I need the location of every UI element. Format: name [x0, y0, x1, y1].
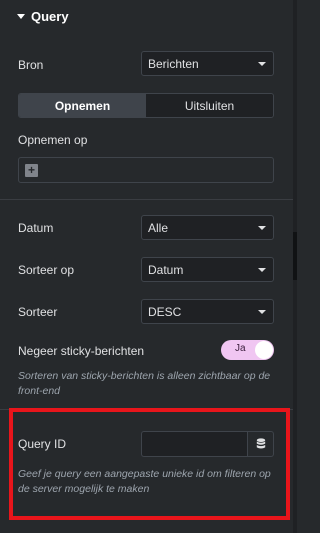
order-select[interactable]: DESC	[141, 299, 274, 324]
ignore-sticky-label: Negeer sticky-berichten	[18, 344, 145, 358]
query-id-help: Geef je query een aangepaste unieke id o…	[18, 468, 271, 495]
query-id-label: Query ID	[18, 437, 67, 451]
toggle-knob	[255, 341, 273, 359]
tab-exclude[interactable]: Uitsluiten	[146, 94, 273, 117]
chevron-down-icon	[258, 268, 266, 272]
source-select[interactable]: Berichten	[141, 51, 274, 76]
include-exclude-tabs: Opnemen Uitsluiten	[18, 93, 274, 118]
chevron-down-icon	[258, 62, 266, 66]
order-by-select[interactable]: Datum	[141, 257, 274, 282]
date-label: Datum	[18, 221, 54, 235]
highlight-frame	[9, 408, 290, 520]
date-select[interactable]: Alle	[141, 215, 274, 240]
source-label: Bron	[18, 58, 44, 72]
add-icon[interactable]: +	[25, 164, 38, 177]
chevron-down-icon	[258, 310, 266, 314]
include-by-field[interactable]: +	[18, 157, 274, 183]
include-by-label: Opnemen op	[18, 133, 88, 147]
caret-down-icon	[17, 14, 25, 19]
scroll-thumb[interactable]	[293, 232, 297, 280]
divider	[0, 199, 293, 200]
section-title: Query	[31, 9, 69, 24]
query-id-input[interactable]	[141, 431, 247, 457]
order-label: Sorteer	[18, 305, 58, 319]
divider	[0, 409, 293, 410]
dynamic-tags-button[interactable]	[247, 431, 274, 457]
date-select-value: Alle	[148, 220, 169, 235]
source-select-value: Berichten	[148, 56, 199, 71]
ignore-sticky-note: Sorteren van sticky-berichten is alleen …	[18, 370, 271, 397]
order-by-label: Sorteer op	[18, 263, 75, 277]
chevron-down-icon	[258, 226, 266, 230]
order-select-value: DESC	[148, 304, 182, 319]
ignore-sticky-toggle[interactable]: Ja	[221, 340, 274, 360]
panel-scroll-edge	[293, 0, 297, 533]
toggle-on-label: Ja	[235, 343, 246, 354]
order-by-select-value: Datum	[148, 262, 184, 277]
database-icon	[256, 438, 265, 449]
query-section-header[interactable]: Query	[17, 9, 69, 24]
query-panel: Query Bron Berichten Opnemen Uitsluiten …	[0, 0, 297, 533]
tab-include[interactable]: Opnemen	[19, 94, 146, 117]
